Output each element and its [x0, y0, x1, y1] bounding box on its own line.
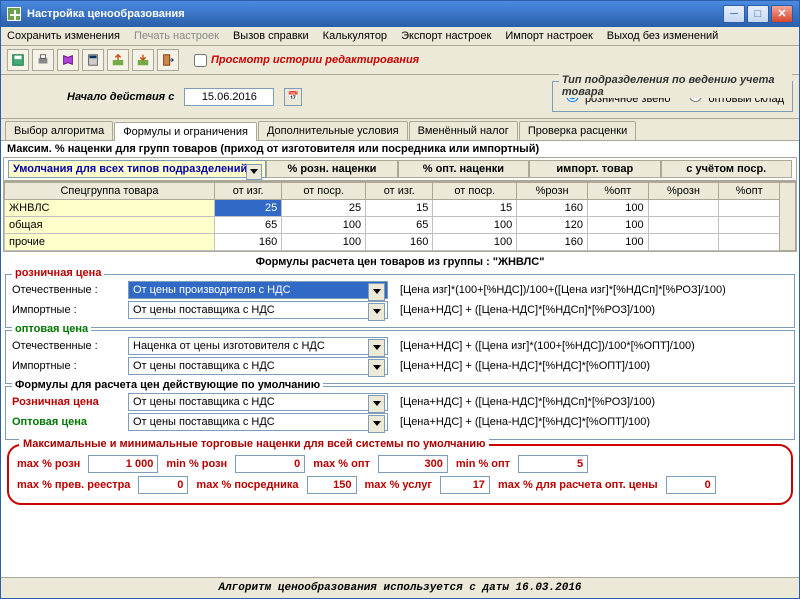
table-row: ЖНВЛС 25 25 15 15 160 100 [5, 200, 796, 217]
col-pct-opt-2[interactable]: %опт [719, 183, 780, 200]
tool-export-icon[interactable] [107, 49, 129, 71]
hdr-import: импорт. товар [529, 160, 660, 178]
tab-algorithm[interactable]: Выбор алгоритма [5, 121, 113, 140]
col-from-mfr-2[interactable]: от изг. [366, 183, 433, 200]
wholesale-imp-label: Импортные : [12, 360, 122, 372]
table-row: общая 6510065100120100 [5, 217, 796, 234]
tool-calc-icon[interactable] [82, 49, 104, 71]
menu-print[interactable]: Печать настроек [134, 30, 219, 42]
retail-dom-combo[interactable]: От цены производителя с НДС [128, 281, 388, 299]
max-opt-label: max % опт [313, 458, 370, 470]
wholesale-dom-combo[interactable]: Наценка от цены изготовителя с НДС [128, 337, 388, 355]
close-button[interactable]: ✕ [771, 5, 793, 23]
col-from-intermed-1[interactable]: от поср. [282, 183, 366, 200]
max-calc-label: max % для расчета опт. цены [498, 479, 658, 491]
min-opt-field[interactable]: 5 [518, 455, 588, 473]
max-posr-field[interactable]: 150 [307, 476, 357, 494]
max-reestr-field[interactable]: 0 [138, 476, 188, 494]
col-pct-rozn-1[interactable]: %розн [517, 183, 588, 200]
col-from-intermed-2[interactable]: от поср. [433, 183, 517, 200]
def-wholesale-formula: [Цена+НДС] + ([Цена-НДС]*[%НДС]*[%ОПТ]/1… [394, 416, 650, 428]
date-picker-button[interactable]: 📅 [284, 88, 302, 106]
titlebar: Настройка ценообразования ─ □ ✕ [1, 1, 799, 27]
max-rozn-field[interactable]: 1 000 [88, 455, 158, 473]
menu-import[interactable]: Импорт настроек [505, 30, 592, 42]
hdr-retail-markup: % розн. наценки [266, 160, 397, 178]
tool-print-icon[interactable] [32, 49, 54, 71]
def-retail-combo[interactable]: От цены поставщика с НДС [128, 393, 388, 411]
def-retail-formula: [Цена+НДС] + ([Цена-НДС]*[%НДСп]*[%РОЗ]/… [394, 396, 655, 408]
hdr-with-intermed: с учётом поср. [661, 160, 792, 178]
menu-calc[interactable]: Калькулятор [323, 30, 387, 42]
default-formulas-fieldset: Формулы для расчета цен действующие по у… [5, 386, 795, 440]
max-calc-field[interactable]: 0 [666, 476, 716, 494]
wholesale-imp-combo[interactable]: От цены поставщика с НДС [128, 357, 388, 375]
def-retail-label: Розничная цена [12, 396, 122, 408]
section-title: Формулы расчета цен товаров из группы : … [1, 252, 799, 272]
max-posr-label: max % посредника [196, 479, 298, 491]
tool-save-icon[interactable] [7, 49, 29, 71]
min-rozn-label: min % розн [166, 458, 227, 470]
col-pct-rozn-2[interactable]: %розн [648, 183, 719, 200]
menu-export[interactable]: Экспорт настроек [401, 30, 491, 42]
wholesale-dom-formula: [Цена+НДС] + ([Цена изг]*(100+[%НДС])/10… [394, 340, 695, 352]
retail-dom-label: Отечественные : [12, 284, 122, 296]
retail-imp-label: Импортные : [12, 304, 122, 316]
max-uslug-label: max % услуг [365, 479, 432, 491]
table-row: прочие 160100160100160100 [5, 234, 796, 251]
app-icon [7, 7, 21, 21]
tool-exit-icon[interactable] [157, 49, 179, 71]
max-reestr-label: max % прев. реестра [17, 479, 130, 491]
tab-conditions[interactable]: Дополнительные условия [258, 121, 408, 140]
maximize-button[interactable]: □ [747, 5, 769, 23]
window-title: Настройка ценообразования [27, 8, 723, 20]
history-checkbox[interactable] [194, 54, 207, 67]
defaults-combo[interactable]: Умолчания для всех типов подразделений [8, 160, 266, 178]
toolbar: Просмотр истории редактирования [1, 46, 799, 75]
group-header: Максим. % наценки для групп товаров (при… [1, 141, 799, 157]
date-field[interactable]: 15.06.2016 [184, 88, 274, 106]
def-wholesale-label: Оптовая цена [12, 416, 122, 428]
tool-import-icon[interactable] [132, 49, 154, 71]
minimize-button[interactable]: ─ [723, 5, 745, 23]
history-checkbox-label[interactable]: Просмотр истории редактирования [194, 54, 419, 67]
retail-imp-combo[interactable]: От цены поставщика с НДС [128, 301, 388, 319]
col-specgroup[interactable]: Спецгруппа товара [5, 183, 215, 200]
tab-check[interactable]: Проверка расценки [519, 121, 636, 140]
menubar: Сохранить изменения Печать настроек Вызо… [1, 27, 799, 46]
retail-price-fieldset: розничная цена Отечественные : От цены п… [5, 274, 795, 328]
retail-imp-formula: [Цена+НДС] + ([Цена-НДС]*[%НДСп]*[%РОЗ]/… [394, 304, 655, 316]
menu-save[interactable]: Сохранить изменения [7, 30, 120, 42]
date-label: Начало действия с [67, 91, 174, 103]
tab-tax[interactable]: Вменённый налог [409, 121, 518, 140]
footer: Алгоритм ценообразования используется с … [1, 577, 799, 598]
defaults-fieldset: Максимальные и минимальные торговые наце… [7, 444, 793, 505]
retail-dom-formula: [Цена изг]*(100+[%НДС])/100+([Цена изг]*… [394, 284, 726, 296]
max-opt-field[interactable]: 300 [378, 455, 448, 473]
min-opt-label: min % опт [456, 458, 510, 470]
max-rozn-label: max % розн [17, 458, 80, 470]
scrollbar[interactable] [780, 183, 796, 251]
tool-book-icon[interactable] [57, 49, 79, 71]
max-uslug-field[interactable]: 17 [440, 476, 490, 494]
markup-table: Спецгруппа товара от изг. от поср. от из… [3, 181, 797, 252]
menu-exit[interactable]: Выход без изменений [607, 30, 719, 42]
col-pct-opt-1[interactable]: %опт [588, 183, 649, 200]
menu-help[interactable]: Вызов справки [233, 30, 309, 42]
tabs: Выбор алгоритма Формулы и ограничения До… [1, 119, 799, 141]
col-from-mfr-1[interactable]: от изг. [215, 183, 282, 200]
wholesale-dom-label: Отечественные : [12, 340, 122, 352]
wholesale-price-fieldset: оптовая цена Отечественные : Наценка от … [5, 330, 795, 384]
wholesale-imp-formula: [Цена+НДС] + ([Цена-НДС]*[%НДС]*[%ОПТ]/1… [394, 360, 650, 372]
def-wholesale-combo[interactable]: От цены поставщика с НДС [128, 413, 388, 431]
tab-formulas[interactable]: Формулы и ограничения [114, 122, 257, 141]
hdr-wholesale-markup: % опт. наценки [398, 160, 529, 178]
dept-type-fieldset: Тип подразделения по ведению учета товар… [552, 81, 793, 112]
min-rozn-field[interactable]: 0 [235, 455, 305, 473]
